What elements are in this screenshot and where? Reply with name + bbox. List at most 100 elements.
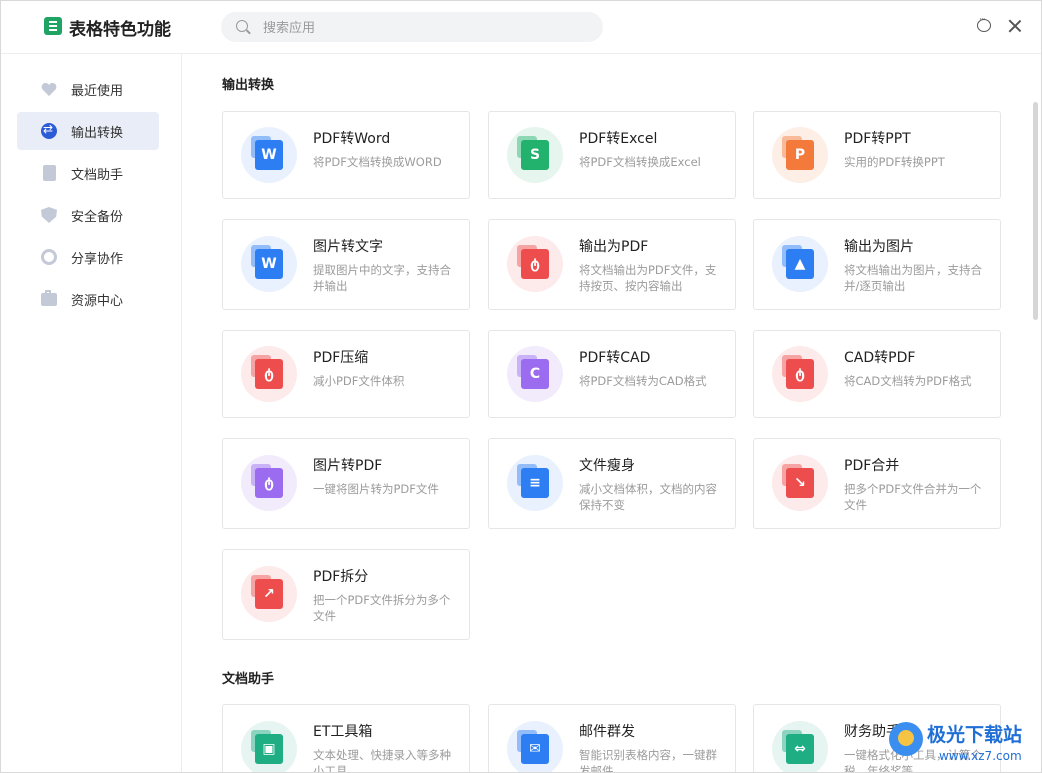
card-title: PDF转Word [313, 131, 391, 147]
app-card[interactable]: ტ PDF压缩 减小PDF文件体积 [222, 330, 470, 418]
section-title: 文档助手 [222, 672, 275, 687]
close-icon[interactable] [1006, 17, 1024, 35]
app-card[interactable]: ტ 图片转PDF 一键将图片转为PDF文件 [222, 438, 470, 529]
app-card[interactable]: ≡ 文件瘦身 减小文档体积，文档的内容保持不变 [488, 438, 736, 529]
app-card[interactable]: ▣ ET工具箱 文本处理、快捷录入等多种小工具 [222, 704, 470, 772]
sidebar-item-label: 资源中心 [71, 294, 124, 309]
app-card[interactable]: S PDF转Excel 将PDF文档转换成Excel [488, 111, 736, 199]
share-icon [41, 249, 57, 265]
card-icon-bg: ✉ [507, 721, 563, 772]
export-image-icon: ▲ [786, 249, 814, 279]
glyph-text: ტ [795, 366, 805, 382]
watermark: 极光下载站 www.xz7.com [889, 716, 1039, 772]
app-card[interactable]: ტ CAD转PDF 将CAD文档转为PDF格式 [753, 330, 1001, 418]
card-icon-bg: ▣ [241, 721, 297, 772]
app-card[interactable]: W 图片转文字 提取图片中的文字，支持合并输出 [222, 219, 470, 310]
header: 表格特色功能 [1, 1, 1041, 54]
sidebar-item-label: 最近使用 [71, 84, 124, 99]
file-slim-icon: ≡ [521, 468, 549, 498]
card-title: 文件瘦身 [579, 458, 635, 474]
card-title: PDF转PPT [844, 131, 911, 147]
app-card[interactable]: C PDF转CAD 将PDF文档转为CAD格式 [488, 330, 736, 418]
card-desc: 将PDF文档转换成Excel [579, 155, 701, 169]
card-desc: 将文档输出为PDF文件，支持按页、按内容输出 [579, 263, 717, 293]
card-icon-bg: ტ [241, 346, 297, 402]
card-desc: 将PDF文档转为CAD格式 [579, 374, 707, 388]
card-desc: 把一个PDF文件拆分为多个文件 [313, 593, 451, 623]
glyph-text: W [261, 256, 277, 272]
app-title: 表格特色功能 [69, 20, 171, 40]
glyph-text: ტ [530, 256, 540, 272]
mail-icon: ✉ [521, 734, 549, 764]
glyph-text: ▲ [794, 256, 806, 272]
glyph-text: C [529, 366, 541, 382]
card-title: PDF转Excel [579, 131, 658, 147]
sidebar-item-label: 分享协作 [71, 252, 124, 267]
card-icon-bg: ⇔ [772, 721, 828, 772]
watermark-url: www.xz7.com [939, 749, 1022, 763]
glyph-text: ტ [264, 475, 274, 491]
pdf-to-ppt-icon: P [786, 140, 814, 170]
card-desc: 一键将图片转为PDF文件 [313, 482, 439, 496]
pdf-to-word-icon: W [255, 140, 283, 170]
sidebar-item-label: 安全备份 [71, 210, 124, 225]
search-icon [236, 20, 248, 32]
sidebar-item-doc-assistant[interactable]: 文档助手 [17, 154, 159, 192]
app-card[interactable]: ✉ 邮件群发 智能识别表格内容，一键群发邮件 [488, 704, 736, 772]
export-pdf-icon: ტ [521, 249, 549, 279]
app-logo-icon [44, 17, 62, 35]
glyph-text: ▣ [262, 741, 276, 757]
main-content: 输出转换 W PDF转Word 将PDF文档转换成WORD S PDF转Exce… [182, 54, 1041, 772]
sidebar-item-security-backup[interactable]: 安全备份 [17, 196, 159, 234]
card-desc: 智能识别表格内容，一键群发邮件 [579, 748, 717, 772]
glyph-text: W [261, 147, 277, 163]
card-icon-bg: P [772, 127, 828, 183]
sidebar-item-recent[interactable]: 最近使用 [17, 70, 159, 108]
glyph-text: ✉ [529, 741, 541, 757]
glyph-text: ტ [264, 366, 274, 382]
app-card[interactable]: ტ 输出为PDF 将文档输出为PDF文件，支持按页、按内容输出 [488, 219, 736, 310]
convert-icon [41, 122, 57, 139]
app-card[interactable]: P PDF转PPT 实用的PDF转换PPT [753, 111, 1001, 199]
sidebar-item-share-collab[interactable]: 分享协作 [17, 238, 159, 276]
shield-icon [41, 207, 57, 223]
app-window: 表格特色功能 最近使用 输出转换 文档助手 安全备份 分享协作 [0, 0, 1042, 773]
card-title: 图片转文字 [313, 239, 383, 255]
card-icon-bg: ტ [772, 346, 828, 402]
card-title: PDF拆分 [313, 569, 369, 585]
app-card[interactable]: ↗ PDF拆分 把一个PDF文件拆分为多个文件 [222, 549, 470, 640]
card-icon-bg: ტ [507, 236, 563, 292]
card-icon-bg: W [241, 127, 297, 183]
sidebar: 最近使用 输出转换 文档助手 安全备份 分享协作 资源中心 [1, 54, 182, 772]
sidebar-item-resource-center[interactable]: 资源中心 [17, 280, 159, 318]
card-desc: 实用的PDF转换PPT [844, 155, 945, 169]
feedback-icon[interactable] [977, 15, 991, 32]
app-card[interactable]: ▲ 输出为图片 将文档输出为图片，支持合并/逐页输出 [753, 219, 1001, 310]
app-card[interactable]: ↘ PDF合并 把多个PDF文件合并为一个文件 [753, 438, 1001, 529]
card-title: 输出为PDF [579, 239, 649, 255]
glyph-text: ≡ [529, 475, 541, 491]
search-bar[interactable] [221, 12, 603, 42]
image-to-text-icon: W [255, 249, 283, 279]
briefcase-icon [41, 290, 57, 306]
pdf-to-cad-icon: C [521, 359, 549, 389]
card-icon-bg: ტ [241, 455, 297, 511]
card-icon-bg: ≡ [507, 455, 563, 511]
card-desc: 将文档输出为图片，支持合并/逐页输出 [844, 263, 982, 293]
document-icon [43, 165, 56, 181]
card-desc: 把多个PDF文件合并为一个文件 [844, 482, 982, 512]
scrollbar[interactable] [1033, 102, 1038, 320]
sidebar-item-output-convert[interactable]: 输出转换 [17, 112, 159, 150]
pdf-merge-icon: ↘ [786, 468, 814, 498]
search-input[interactable] [261, 16, 585, 40]
glyph-text: S [529, 147, 541, 163]
cad-to-pdf-icon: ტ [786, 359, 814, 389]
card-desc: 将PDF文档转换成WORD [313, 155, 442, 169]
glyph-text: ↗ [263, 586, 275, 602]
app-card[interactable]: W PDF转Word 将PDF文档转换成WORD [222, 111, 470, 199]
card-title: 图片转PDF [313, 458, 383, 474]
card-desc: 提取图片中的文字，支持合并输出 [313, 263, 451, 293]
sidebar-item-label: 文档助手 [71, 168, 124, 183]
heart-icon [41, 81, 57, 97]
card-desc: 将CAD文档转为PDF格式 [844, 374, 972, 388]
